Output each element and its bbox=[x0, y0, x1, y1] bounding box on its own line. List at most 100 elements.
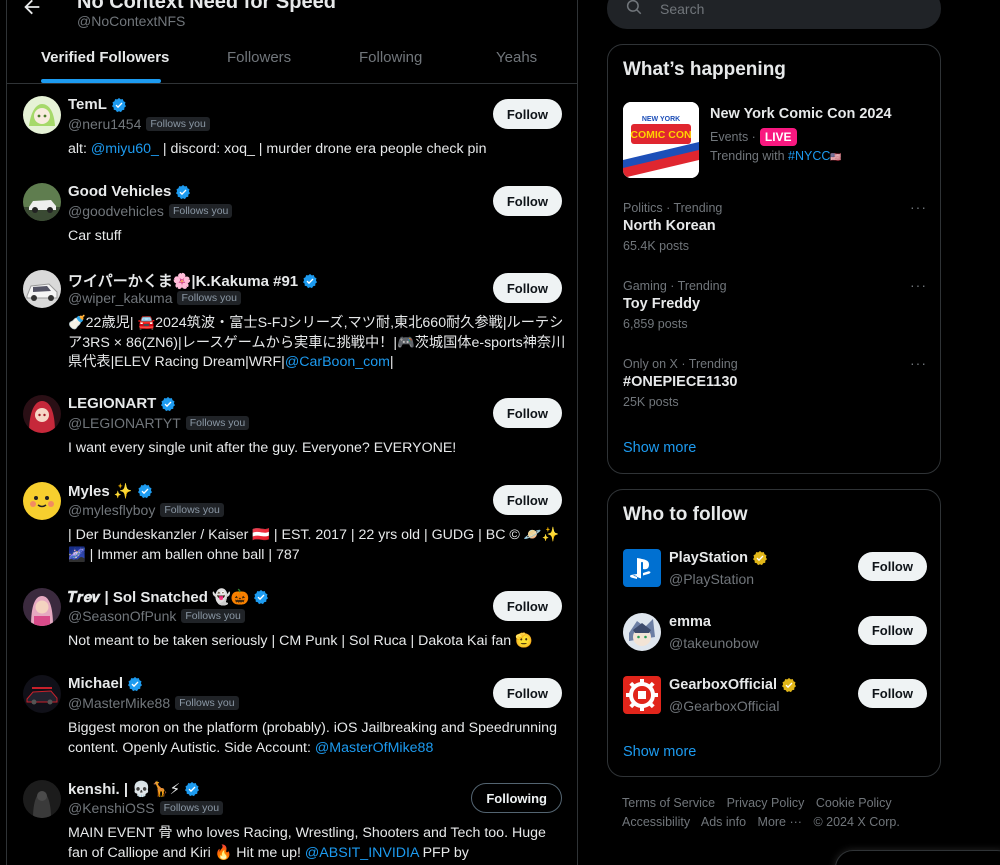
follow-button[interactable]: Follow bbox=[492, 591, 562, 621]
bio-text: Biggest moron on the platform (probably)… bbox=[68, 720, 557, 756]
user-bio: Biggest moron on the platform (probably)… bbox=[68, 719, 566, 758]
footer-terms-link[interactable]: Terms of Service bbox=[622, 796, 715, 810]
gearbox-avatar[interactable] bbox=[623, 676, 661, 714]
user-bio: MAIN EVENT 骨 who loves Racing, Wrestling… bbox=[68, 824, 566, 865]
account-name-text: GearboxOfficial bbox=[669, 677, 777, 693]
user-name[interactable]: TemL bbox=[68, 96, 127, 113]
page-title: No Context Need for Speed bbox=[77, 0, 336, 13]
who-to-follow-show-more-link[interactable]: Show more bbox=[623, 744, 696, 760]
user-name-text: TemL bbox=[68, 96, 107, 113]
footer-privacy-link[interactable]: Privacy Policy bbox=[727, 796, 805, 810]
live-badge: LIVE bbox=[759, 128, 797, 146]
trend-name: #ONEPIECE1130 bbox=[623, 374, 738, 390]
user-name[interactable]: ワイパーかくま🌸|K.Kakuma #91 bbox=[68, 270, 318, 291]
account-handle: @GearboxOfficial bbox=[669, 698, 780, 714]
bio-text: | Der Bundeskanzler / Kaiser 🇦🇹 | EST. 2… bbox=[68, 527, 560, 563]
comic-con-thumbnail[interactable]: NEW YORK COMIC CON bbox=[623, 102, 699, 178]
follow-button[interactable]: Follow bbox=[492, 99, 562, 129]
user-avatar[interactable] bbox=[23, 675, 61, 713]
follow-button[interactable]: Follow bbox=[492, 678, 562, 708]
more-options-icon[interactable]: ··· bbox=[910, 199, 927, 215]
gold-verified-icon bbox=[752, 551, 767, 566]
trend-item[interactable]: Gaming · Trending Toy Freddy 6,859 posts… bbox=[623, 277, 927, 331]
event-title[interactable]: New York Comic Con 2024 bbox=[710, 106, 892, 122]
gold-verified-icon bbox=[781, 678, 796, 693]
user-handle-line: @MasterMike88 Follows you bbox=[68, 695, 239, 711]
bio-text: PFP by bbox=[418, 844, 469, 861]
bio-text: | bbox=[389, 354, 394, 370]
trend-item[interactable]: Only on X · Trending #ONEPIECE1130 25K p… bbox=[623, 355, 927, 409]
follow-button[interactable]: Follow bbox=[857, 552, 927, 581]
tab-verified-followers[interactable]: Verified Followers bbox=[41, 49, 169, 66]
account-handle: @takeunobow bbox=[669, 635, 759, 651]
follows-you-badge: Follows you bbox=[159, 801, 224, 815]
back-arrow-icon[interactable] bbox=[21, 0, 45, 18]
footer-cookie-link[interactable]: Cookie Policy bbox=[816, 796, 892, 810]
bio-mention-link[interactable]: @MasterOfMike88 bbox=[315, 740, 433, 756]
bio-text: | discord: xoq_ | murder drone era peopl… bbox=[158, 141, 487, 157]
tab-yeahs[interactable]: Yeahs bbox=[496, 49, 537, 66]
user-handle: @MasterMike88 bbox=[68, 695, 171, 711]
user-name[interactable]: LEGIONART bbox=[68, 395, 176, 412]
bio-text: alt: bbox=[68, 141, 91, 157]
user-avatar[interactable] bbox=[23, 780, 61, 818]
search-input[interactable] bbox=[660, 0, 910, 19]
following-button[interactable]: Following bbox=[471, 783, 562, 813]
bio-text: Car stuff bbox=[68, 228, 122, 244]
footer-ads-info-link[interactable]: Ads info bbox=[701, 815, 746, 829]
bio-mention-link[interactable]: @miyu60_ bbox=[91, 141, 159, 157]
trend-name: North Korean bbox=[623, 218, 716, 234]
nycc-emoji-icon: 🇺🇸 bbox=[830, 152, 842, 162]
footer-more-link[interactable]: More ··· bbox=[758, 815, 802, 829]
user-avatar[interactable] bbox=[23, 183, 61, 221]
user-avatar[interactable] bbox=[23, 588, 61, 626]
trends-show-more-link[interactable]: Show more bbox=[623, 440, 696, 456]
follow-button[interactable]: Follow bbox=[492, 273, 562, 303]
user-name[interactable]: Myles ✨ bbox=[68, 482, 153, 500]
follows-you-badge: Follows you bbox=[146, 117, 210, 131]
follow-button[interactable]: Follow bbox=[857, 679, 927, 708]
event-hashtag[interactable]: #NYCC bbox=[788, 149, 830, 163]
user-handle-line: @KenshiOSS Follows you bbox=[68, 800, 224, 816]
tab-followers[interactable]: Followers bbox=[227, 49, 291, 66]
user-name[interactable]: 𝑻𝒓𝒆𝒗 | Sol Snatched 👻🎃 bbox=[68, 588, 269, 606]
user-avatar[interactable] bbox=[23, 96, 61, 134]
trend-item[interactable]: Politics · Trending North Korean 65.4K p… bbox=[623, 199, 927, 253]
more-options-icon[interactable]: ··· bbox=[910, 355, 927, 371]
bio-mention-link[interactable]: @CarBoon_com bbox=[285, 354, 390, 370]
followers-column: No Context Need for Speed @NoContextNFS … bbox=[6, 0, 578, 865]
user-avatar[interactable] bbox=[23, 482, 61, 520]
user-avatar[interactable] bbox=[23, 395, 61, 433]
user-name[interactable]: Good Vehicles bbox=[68, 183, 191, 200]
tab-following[interactable]: Following bbox=[359, 49, 422, 66]
user-name[interactable]: kenshi. | 💀🦒⚡ bbox=[68, 780, 200, 798]
trend-count: 6,859 posts bbox=[623, 317, 688, 331]
user-bio: I want every single unit after the guy. … bbox=[68, 439, 566, 459]
thumb-text-top: NEW YORK bbox=[642, 116, 680, 123]
suggested-account[interactable]: GearboxOfficial @GearboxOfficial Follow bbox=[623, 676, 927, 716]
user-handle-line: @SeasonOfPunk Follows you bbox=[68, 608, 245, 624]
suggested-account[interactable]: emma @takeunobow Follow bbox=[623, 613, 927, 653]
user-avatar[interactable] bbox=[23, 270, 61, 308]
messages-drawer[interactable] bbox=[835, 850, 1000, 865]
active-tab-indicator bbox=[41, 79, 161, 83]
footer-accessibility-link[interactable]: Accessibility bbox=[622, 815, 690, 829]
user-bio: alt: @miyu60_ | discord: xoq_ | murder d… bbox=[68, 140, 566, 160]
follow-button[interactable]: Follow bbox=[492, 186, 562, 216]
follow-button[interactable]: Follow bbox=[857, 616, 927, 645]
emma-avatar[interactable] bbox=[623, 613, 661, 651]
trend-count: 65.4K posts bbox=[623, 239, 690, 253]
playstation-avatar[interactable] bbox=[623, 549, 661, 587]
search-bar[interactable] bbox=[607, 0, 941, 29]
follows-you-badge: Follows you bbox=[177, 291, 241, 305]
suggested-account[interactable]: PlayStation @PlayStation Follow bbox=[623, 549, 927, 589]
more-options-icon[interactable]: ··· bbox=[910, 277, 927, 293]
whats-happening-card: What’s happening NEW YORK COMIC CON New … bbox=[607, 44, 941, 474]
user-name[interactable]: Michael bbox=[68, 675, 143, 692]
user-name-text: Michael bbox=[68, 675, 124, 692]
follow-button[interactable]: Follow bbox=[492, 485, 562, 515]
verified-badge-icon bbox=[128, 676, 143, 691]
follow-button[interactable]: Follow bbox=[492, 398, 562, 428]
user-handle-line: @mylesflyboy Follows you bbox=[68, 502, 224, 518]
bio-mention-link[interactable]: @ABSIT_INVIDIA bbox=[305, 845, 419, 861]
